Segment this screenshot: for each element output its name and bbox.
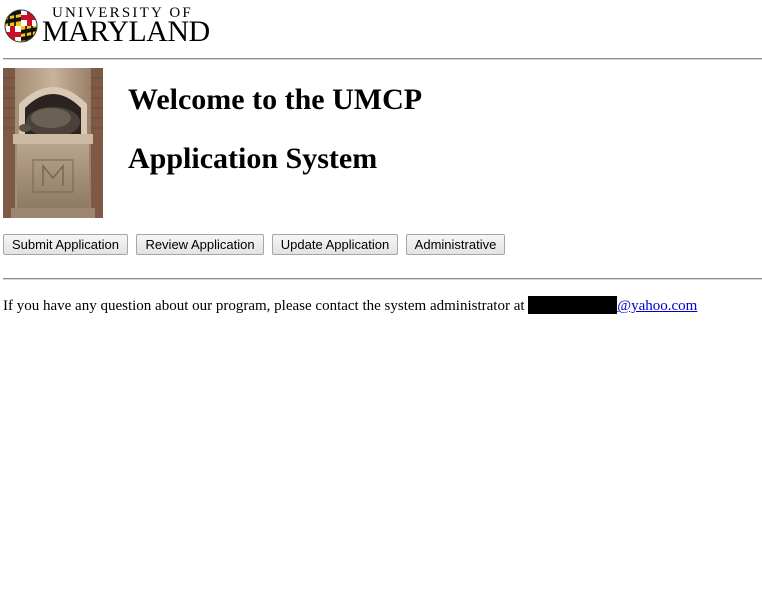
review-application-button[interactable]: Review Application	[136, 234, 264, 255]
contact-text: If you have any question about our progr…	[3, 298, 529, 314]
admin-email-link[interactable]: @yahoo.com	[617, 298, 697, 314]
bottom-divider	[3, 278, 762, 280]
contact-message: If you have any question about our progr…	[3, 296, 697, 315]
university-logo: UNIVERSITY OF MARYLAND	[4, 5, 210, 48]
update-application-button[interactable]: Update Application	[272, 234, 398, 255]
page-title-line-1: Welcome to the UMCP	[128, 83, 423, 116]
logo-line-maryland: MARYLAND	[42, 15, 210, 48]
top-divider	[3, 58, 762, 60]
maryland-flag-globe-icon	[4, 9, 38, 43]
page-title-line-2: Application System	[128, 142, 378, 175]
redacted-email-user	[528, 296, 618, 314]
submit-application-button[interactable]: Submit Application	[3, 234, 128, 255]
logo-wordmark: UNIVERSITY OF MARYLAND	[42, 5, 212, 48]
administrative-button[interactable]: Administrative	[406, 234, 505, 255]
testudo-statue-photo	[3, 68, 103, 218]
